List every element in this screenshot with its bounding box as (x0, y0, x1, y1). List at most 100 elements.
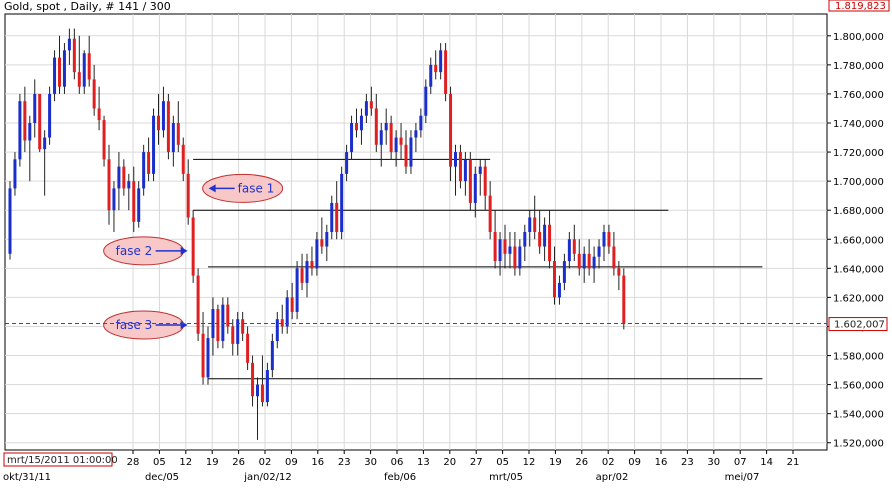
candle-body (562, 261, 566, 283)
candle-body (414, 130, 418, 138)
x-day-label: 23 (338, 457, 351, 468)
candle-body (142, 152, 146, 189)
candle-body (186, 173, 190, 218)
candle-body (533, 217, 537, 232)
candle-body (256, 384, 259, 397)
candle-body (330, 202, 334, 232)
candle-body (577, 253, 581, 269)
phase-label: fase 1 (238, 181, 275, 195)
y-tick-label: 1.720,000 (833, 148, 884, 159)
candle-body (305, 261, 309, 283)
candle-body (43, 137, 47, 150)
candle-body (379, 130, 383, 145)
candle-body (137, 188, 141, 222)
x-day-label: 07 (734, 457, 747, 468)
x-day-label: 02 (602, 457, 615, 468)
candle-body (320, 239, 324, 247)
candle-body (557, 282, 561, 298)
candle-body (295, 268, 299, 312)
x-axis: 28 05 12 19 26 02 09 16 23 30 06 13 20 27 05 12 19 26 02 09… (3, 450, 799, 483)
chart-window: fase 1 fase 2 fase 3 1.520,000 1.540,000 1.5… (0, 0, 892, 490)
candle-body (181, 144, 185, 174)
candle-body (161, 101, 165, 131)
candle-body (33, 93, 37, 123)
candle-body (463, 159, 467, 182)
candle-body (166, 101, 170, 153)
candle-body (112, 188, 116, 211)
candle-body (310, 261, 314, 269)
candle-body (315, 239, 319, 269)
candle-body (236, 319, 240, 344)
candle-body (340, 173, 344, 232)
top-price-text: 1.819,823 (835, 1, 886, 12)
candle-body (538, 232, 542, 247)
candle-body (369, 101, 373, 109)
candle-body (394, 137, 398, 153)
candle-body (92, 79, 96, 109)
candle-body (265, 370, 269, 403)
chart-title: Gold, spot , Daily, # 141 / 300 (4, 0, 171, 13)
candle-body (553, 261, 556, 298)
candle-body (226, 304, 230, 327)
candle-body (206, 338, 210, 378)
candle-body (13, 159, 17, 189)
candle-body (473, 173, 477, 203)
candle-body (543, 224, 547, 247)
candle-body (152, 115, 156, 174)
candle-body (38, 93, 42, 150)
y-tick-label: 1.800,000 (833, 32, 884, 43)
candle-body (478, 166, 482, 174)
candle-body (72, 38, 76, 73)
x-day-label: 05 (496, 457, 509, 468)
x-day-label: 19 (206, 457, 219, 468)
x-day-label: 14 (760, 457, 773, 468)
candle-body (280, 319, 284, 327)
candle-body (270, 341, 274, 371)
candle-body (290, 297, 294, 312)
y-tick-label: 1.760,000 (833, 90, 884, 101)
candle-body (493, 232, 497, 262)
candle-body (127, 181, 131, 189)
candle-body (171, 123, 175, 153)
candle-body (97, 108, 101, 121)
candle-body (612, 246, 616, 269)
candle-body (622, 275, 626, 324)
y-tick-label: 1.680,000 (833, 206, 884, 217)
candle-body (335, 202, 339, 232)
candle-body (18, 101, 22, 160)
candle-body (275, 319, 279, 341)
candle-body (409, 137, 413, 167)
candle-body (597, 246, 601, 257)
candle-body (260, 384, 264, 403)
x-day-label: 28 (127, 457, 140, 468)
candle-body (523, 232, 527, 247)
candle-body (572, 239, 576, 254)
candle-body (374, 108, 378, 145)
x-month-label: mrt/05 (489, 472, 523, 483)
candle-body (548, 224, 552, 262)
candle-body (117, 166, 121, 189)
candle-body (513, 246, 517, 269)
candle-body (592, 256, 596, 269)
candle-body (102, 120, 106, 160)
candle-body (107, 159, 111, 211)
candle-body (53, 57, 57, 94)
candle-body (483, 166, 487, 196)
x-day-label: 13 (417, 457, 430, 468)
candle-body (449, 93, 453, 167)
candle-body (498, 239, 502, 262)
phase-label: fase 2 (116, 244, 153, 258)
candle-body (216, 309, 220, 341)
x-day-label: 06 (391, 457, 404, 468)
x-day-label: 12 (523, 457, 536, 468)
x-day-label: 19 (549, 457, 562, 468)
candle-body (8, 188, 12, 254)
candle-body (468, 159, 472, 203)
y-tick-label: 1.520,000 (833, 439, 884, 450)
candle-body (434, 64, 438, 73)
x-day-label: 23 (681, 457, 694, 468)
candle-body (62, 50, 66, 87)
candle-body (355, 123, 358, 131)
price-chart[interactable]: fase 1fase 2fase 3 1.520,0001.540,0001.5… (0, 0, 892, 490)
candle-body (424, 86, 428, 116)
